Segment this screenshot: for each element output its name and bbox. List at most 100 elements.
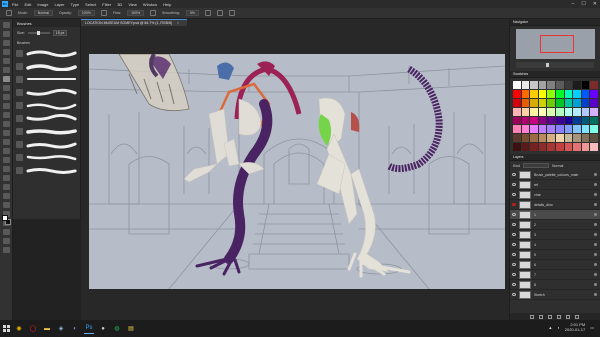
menu-3d[interactable]: 3D xyxy=(117,2,122,7)
navigator-view-box[interactable] xyxy=(540,35,574,53)
steam-icon[interactable]: ◈ xyxy=(56,324,66,334)
add-mask-icon[interactable] xyxy=(548,314,552,319)
color-swatch[interactable] xyxy=(530,81,538,89)
pressure-opacity-icon[interactable] xyxy=(100,10,107,16)
maximize-button[interactable]: ☐ xyxy=(581,1,585,7)
settings-gear-icon[interactable] xyxy=(204,10,211,16)
mode-select[interactable]: Normal xyxy=(33,10,54,16)
layers-kind-select[interactable] xyxy=(523,163,550,168)
layer-options-icon[interactable] xyxy=(594,293,597,296)
visibility-eye-icon[interactable] xyxy=(512,213,516,216)
layer-options-icon[interactable] xyxy=(594,233,597,236)
navigator-zoom-slider[interactable] xyxy=(516,62,594,68)
color-swatch[interactable] xyxy=(530,98,538,107)
color-swatch[interactable] xyxy=(513,81,521,89)
menu-file[interactable]: File xyxy=(12,2,18,7)
layer-options-icon[interactable] xyxy=(594,263,597,266)
color-swatch[interactable] xyxy=(538,107,547,116)
brush-preset-item[interactable] xyxy=(16,153,77,162)
color-swatch[interactable] xyxy=(581,98,590,107)
brush-preset-item[interactable] xyxy=(16,166,77,175)
new-layer-icon[interactable] xyxy=(566,314,570,319)
layer-row[interactable]: char xyxy=(510,190,600,200)
color-swatch[interactable] xyxy=(573,81,581,89)
tool-icon-25[interactable] xyxy=(2,238,10,244)
navigator-thumbnail[interactable] xyxy=(516,29,595,59)
tool-icon-16[interactable] xyxy=(2,157,10,163)
color-swatch[interactable] xyxy=(521,89,530,98)
discord-icon[interactable]: ◐ xyxy=(70,324,80,334)
color-swatch[interactable] xyxy=(547,107,555,116)
layer-row[interactable]: 1 xyxy=(510,210,600,220)
color-swatch[interactable] xyxy=(564,81,573,89)
layer-options-icon[interactable] xyxy=(594,193,597,196)
tool-icon-10[interactable] xyxy=(2,103,10,109)
color-swatch[interactable] xyxy=(573,125,581,134)
layer-row[interactable]: 7 xyxy=(510,270,600,280)
smoothing-input[interactable]: 0% xyxy=(185,10,199,16)
chrome-icon[interactable]: ◉ xyxy=(14,324,24,334)
foreground-color-swatch[interactable] xyxy=(2,215,8,221)
brush-preset-icon[interactable] xyxy=(6,10,12,16)
tool-icon-17[interactable] xyxy=(2,166,10,172)
color-swatch[interactable] xyxy=(564,89,573,98)
visibility-eye-icon[interactable] xyxy=(512,293,516,296)
visibility-eye-icon[interactable] xyxy=(512,283,516,286)
visibility-eye-icon[interactable] xyxy=(512,233,516,236)
layer-options-icon[interactable] xyxy=(594,203,597,206)
color-swatch[interactable] xyxy=(573,134,581,143)
layers-blend-label[interactable]: Normal xyxy=(552,164,563,168)
color-swatch[interactable] xyxy=(581,125,590,134)
color-swatch[interactable] xyxy=(521,81,530,89)
color-swatch[interactable] xyxy=(581,89,590,98)
flow-input[interactable]: 100% xyxy=(127,10,145,16)
menu-edit[interactable]: Edit xyxy=(24,2,31,7)
color-swatch[interactable] xyxy=(547,81,555,89)
link-layers-icon[interactable] xyxy=(530,314,534,319)
color-swatch[interactable] xyxy=(538,89,547,98)
color-swatch[interactable] xyxy=(573,89,581,98)
color-swatch[interactable] xyxy=(513,143,521,151)
menu-select[interactable]: Select xyxy=(85,2,96,7)
color-swatch[interactable] xyxy=(555,116,564,125)
color-swatch[interactable] xyxy=(555,143,564,151)
tool-icon-14[interactable] xyxy=(2,139,10,145)
visibility-eye-icon[interactable] xyxy=(512,193,516,196)
network-icon[interactable]: ▲ xyxy=(548,325,552,330)
layer-row[interactable]: 6 xyxy=(510,260,600,270)
layer-options-icon[interactable] xyxy=(594,183,597,186)
tool-icon-7[interactable] xyxy=(2,76,10,82)
brush-preset-item[interactable] xyxy=(16,88,77,97)
color-swatch[interactable] xyxy=(530,143,538,151)
color-swatch[interactable] xyxy=(590,125,598,134)
visibility-eye-icon[interactable] xyxy=(512,273,516,276)
color-swatch[interactable] xyxy=(555,125,564,134)
visibility-eye-icon[interactable] xyxy=(512,263,516,266)
menu-type[interactable]: Type xyxy=(71,2,80,7)
layer-row[interactable]: 5 xyxy=(510,250,600,260)
minimize-button[interactable]: – xyxy=(572,1,575,7)
color-swatch[interactable] xyxy=(538,98,547,107)
tool-icon-6[interactable] xyxy=(2,67,10,73)
tool-icon-2[interactable] xyxy=(2,31,10,37)
tool-icon-12[interactable] xyxy=(2,121,10,127)
visibility-eye-icon[interactable] xyxy=(512,253,516,256)
color-swatch[interactable] xyxy=(530,134,538,143)
tool-icon-21[interactable] xyxy=(2,202,10,208)
color-swatch[interactable] xyxy=(547,134,555,143)
color-swatch[interactable] xyxy=(573,98,581,107)
layer-row[interactable]: Sketch xyxy=(510,290,600,300)
layer-row[interactable]: 3 xyxy=(510,230,600,240)
color-swatch[interactable] xyxy=(581,107,590,116)
color-swatch[interactable] xyxy=(590,98,598,107)
add-style-icon[interactable] xyxy=(539,314,543,319)
new-group-icon[interactable] xyxy=(557,314,561,319)
color-swatch[interactable] xyxy=(538,143,547,151)
layer-options-icon[interactable] xyxy=(594,223,597,226)
color-swatch[interactable] xyxy=(547,89,555,98)
notifications-icon[interactable]: ▭ xyxy=(590,325,594,330)
color-swatch[interactable] xyxy=(521,107,530,116)
tool-icon-8[interactable] xyxy=(2,85,10,91)
windows-start-icon[interactable] xyxy=(3,325,10,332)
visibility-eye-icon[interactable] xyxy=(512,183,516,186)
